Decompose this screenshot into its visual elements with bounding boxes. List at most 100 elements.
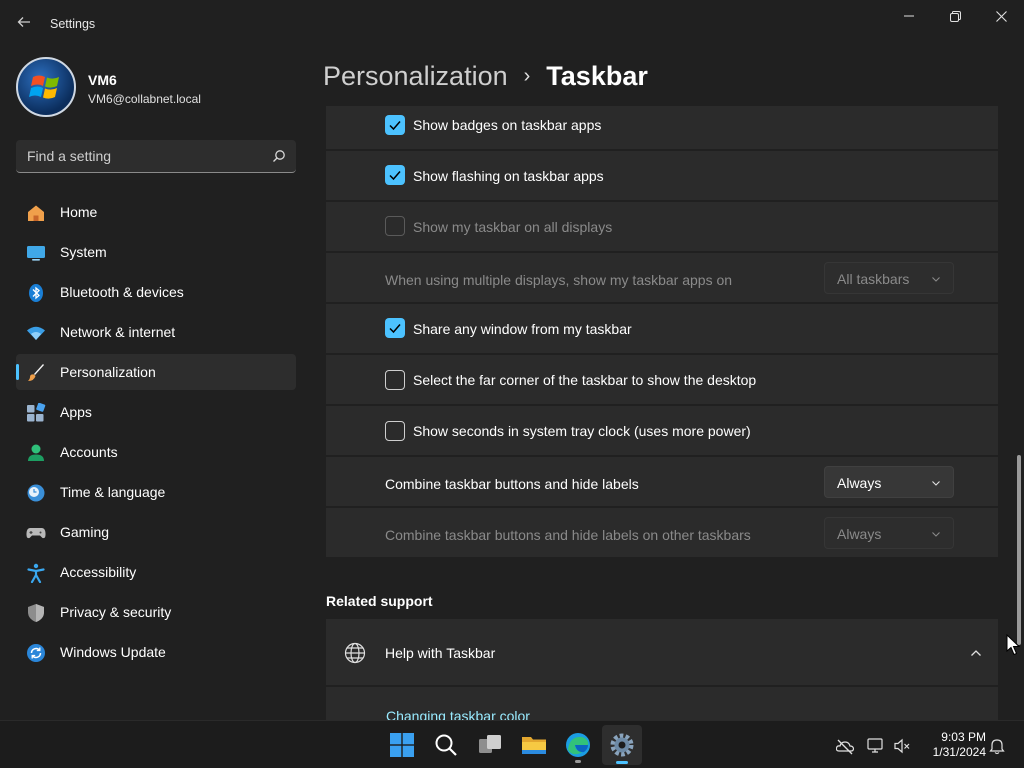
sidebar-item-home[interactable]: Home (16, 194, 296, 230)
task-view-icon (479, 735, 501, 753)
flashing-checkbox[interactable] (385, 165, 405, 185)
sidebar-item-apps[interactable]: Apps (16, 394, 296, 430)
clock-time: 9:03 PM (941, 730, 986, 744)
dropdown-value: Always (837, 475, 882, 491)
far-corner-checkbox[interactable] (385, 370, 405, 390)
changing-taskbar-color-link[interactable]: Changing taskbar color (386, 708, 530, 720)
settings-app-button[interactable] (602, 725, 642, 765)
scrollbar-thumb[interactable] (1017, 455, 1021, 645)
share-window-label: Share any window from my taskbar (413, 321, 632, 337)
sidebar-item-accounts[interactable]: Accounts (16, 434, 296, 470)
combine-other-label: Combine taskbar buttons and hide labels … (385, 527, 751, 543)
setting-row-badges[interactable]: Show badges on taskbar apps (326, 106, 998, 149)
breadcrumb-separator: › (523, 64, 531, 87)
badges-checkbox[interactable] (385, 115, 405, 135)
close-icon (995, 10, 1007, 22)
combine-dropdown[interactable]: Always (824, 466, 954, 498)
setting-row-multi-display: When using multiple displays, show my ta… (326, 253, 998, 302)
setting-row-far-corner[interactable]: Select the far corner of the taskbar to … (326, 355, 998, 404)
search-icon[interactable] (272, 149, 286, 163)
sidebar-item-gaming[interactable]: Gaming (16, 514, 296, 550)
settings-content: Show badges on taskbar apps Show flashin… (326, 106, 1000, 720)
setting-row-seconds[interactable]: Show seconds in system tray clock (uses … (326, 406, 998, 455)
sidebar-item-system[interactable]: System (16, 234, 296, 270)
window-title: Settings (50, 17, 96, 31)
network-icon[interactable] (867, 737, 885, 755)
system-clock[interactable]: 9:03 PM 1/31/2024 (916, 730, 986, 760)
start-button[interactable] (382, 725, 422, 765)
search-box[interactable] (16, 140, 296, 173)
sidebar-item-label: Windows Update (60, 644, 166, 660)
search-input[interactable] (16, 140, 266, 172)
accounts-icon (28, 444, 44, 461)
system-icon (27, 246, 45, 261)
checkmark-icon (389, 121, 401, 131)
far-corner-label: Select the far corner of the taskbar to … (413, 372, 757, 388)
accessibility-icon (27, 563, 45, 583)
windows-logo-avatar-icon (29, 75, 59, 99)
checkmark-icon (389, 171, 401, 181)
breadcrumb: Personalization › Taskbar (323, 58, 648, 94)
avatar (16, 57, 76, 117)
sidebar-item-label: Gaming (60, 524, 110, 540)
taskbar-search-button[interactable] (426, 725, 466, 765)
apps-icon (27, 403, 46, 422)
settings-icon (610, 733, 634, 757)
sidebar-item-label: Home (60, 204, 98, 220)
minimize-button[interactable] (886, 0, 932, 32)
file-explorer-button[interactable] (514, 725, 554, 765)
sidebar-item-personalization[interactable]: Personalization (16, 354, 296, 390)
edge-button[interactable] (558, 725, 598, 765)
brush-icon (28, 364, 44, 381)
related-support-heading: Related support (326, 593, 433, 609)
setting-row-share-window[interactable]: Share any window from my taskbar (326, 304, 998, 353)
setting-row-combine: Combine taskbar buttons and hide labels … (326, 457, 998, 506)
restore-button[interactable] (932, 0, 978, 32)
dropdown-value: Always (837, 526, 882, 542)
seconds-checkbox[interactable] (385, 421, 405, 441)
wifi-icon (27, 326, 45, 340)
sidebar-item-label: Bluetooth & devices (60, 284, 184, 300)
sidebar-item-network[interactable]: Network & internet (16, 314, 296, 350)
chevron-up-icon[interactable] (970, 647, 982, 659)
sidebar-item-accessibility[interactable]: Accessibility (16, 554, 296, 590)
sidebar-item-bluetooth[interactable]: Bluetooth & devices (16, 274, 296, 310)
setting-row-all-displays: Show my taskbar on all displays (326, 202, 998, 251)
sidebar-item-label: Network & internet (60, 324, 176, 340)
combine-other-dropdown: Always (824, 517, 954, 549)
back-button[interactable] (14, 14, 34, 34)
restore-icon (949, 10, 961, 22)
help-label: Help with Taskbar (385, 645, 496, 661)
user-profile[interactable]: VM6 VM6@collabnet.local (16, 57, 296, 119)
task-view-button[interactable] (470, 725, 510, 765)
sidebar-item-label: Personalization (60, 364, 156, 380)
sidebar-item-label: Privacy & security (60, 604, 172, 620)
dropdown-value: All taskbars (837, 271, 910, 287)
clock-date: 1/31/2024 (932, 745, 986, 759)
file-explorer-icon (522, 737, 546, 754)
multi-display-dropdown: All taskbars (824, 262, 954, 294)
badges-label: Show badges on taskbar apps (413, 117, 602, 133)
share-window-checkbox[interactable] (385, 318, 405, 338)
volume-muted-icon[interactable] (893, 737, 911, 755)
seconds-label: Show seconds in system tray clock (uses … (413, 423, 751, 439)
setting-row-flashing[interactable]: Show flashing on taskbar apps (326, 151, 998, 200)
user-name: VM6 (88, 72, 117, 88)
home-icon (28, 205, 44, 221)
gamepad-icon (26, 528, 46, 539)
notification-bell-icon[interactable] (988, 737, 1006, 755)
help-with-taskbar-expander[interactable]: Help with Taskbar (326, 619, 998, 685)
search-icon (435, 734, 457, 756)
sidebar-item-time-language[interactable]: Time & language (16, 474, 296, 510)
back-arrow-icon (17, 17, 30, 27)
close-button[interactable] (978, 0, 1024, 32)
update-icon (27, 644, 45, 662)
help-body: Changing taskbar color (326, 687, 998, 720)
clock-globe-icon (27, 484, 45, 502)
onedrive-offline-icon[interactable] (836, 737, 854, 755)
user-email: VM6@collabnet.local (88, 92, 201, 106)
sidebar-item-label: Accounts (60, 444, 118, 460)
breadcrumb-parent[interactable]: Personalization (323, 61, 508, 92)
sidebar-item-privacy-security[interactable]: Privacy & security (16, 594, 296, 630)
sidebar-item-windows-update[interactable]: Windows Update (16, 634, 296, 670)
